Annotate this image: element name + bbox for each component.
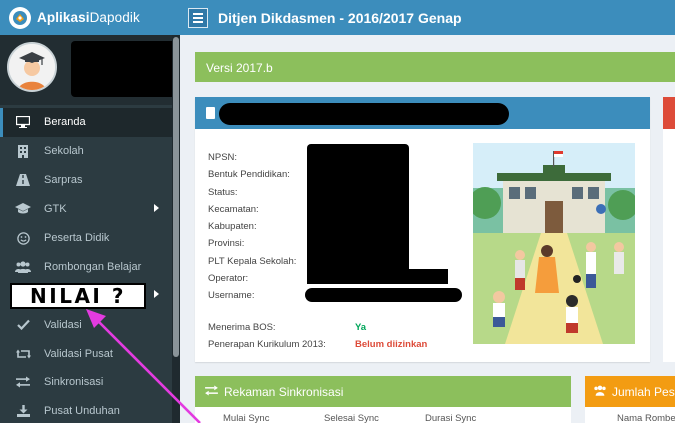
logo-icon — [9, 6, 31, 29]
app-logo[interactable]: AplikasiDapodik — [0, 0, 180, 35]
road-icon — [15, 173, 31, 187]
username-redacted — [305, 288, 462, 302]
school-name-redacted — [219, 103, 509, 125]
sidebar-item-sarpras[interactable]: Sarpras — [0, 166, 180, 195]
col-durasi-sync: Durasi Sync — [425, 413, 477, 423]
info-label-operator: Operator: — [208, 273, 249, 285]
sidebar-item-label: Sinkronisasi — [44, 376, 104, 389]
sidebar-scrollbar[interactable] — [172, 35, 180, 423]
sidebar-item-label: Sarpras — [44, 174, 83, 187]
check-icon — [15, 318, 31, 332]
exchange-icon — [205, 384, 218, 399]
student-count-card: Jumlah Peserta Nama Rombel — [585, 376, 675, 423]
retweet-icon — [15, 347, 31, 361]
info-label-provinsi: Provinsi: — [208, 238, 245, 250]
info-values-redacted — [307, 144, 409, 282]
top-header: Ditjen Dikdasmen - 2016/2017 Genap — [180, 0, 675, 35]
info-label-kepala: PLT Kepala Sekolah: — [208, 255, 297, 267]
sync-table-header: Mulai Sync Selesai Sync Durasi Sync — [195, 407, 571, 423]
sidebar-item-sinkronisasi[interactable]: Sinkronisasi — [0, 368, 180, 397]
exchange-icon — [15, 375, 31, 389]
graduation-cap-icon — [15, 202, 31, 216]
info-label-kabupaten: Kabupaten: — [208, 221, 257, 233]
school-extra-labels: Menerima BOS: Penerapan Kurikulum 2013: — [208, 319, 326, 353]
sidebar-item-pusat-unduhan[interactable]: Pusat Unduhan — [0, 397, 180, 423]
school-info-labels: NPSN: Bentuk Pendidikan: Status: Kecamat… — [208, 149, 296, 305]
info-label-bentuk: Bentuk Pendidikan: — [208, 169, 290, 181]
version-bar: Versi 2017.b — [195, 52, 675, 82]
count-card-title: Jumlah Peserta — [612, 384, 675, 399]
users-icon — [593, 385, 607, 399]
col-nama-rombel: Nama Rombel — [617, 413, 675, 423]
download-icon — [15, 404, 31, 418]
sidebar-item-label: Sekolah — [44, 145, 84, 158]
scrollbar-thumb[interactable] — [173, 37, 179, 357]
col-selesai-sync: Selesai Sync — [324, 413, 379, 423]
bos-value: Ya — [355, 322, 367, 333]
info-label-username: Username: — [208, 290, 255, 302]
kurikulum-label: Penerapan Kurikulum 2013: — [208, 339, 326, 350]
sidebar-item-validasi[interactable]: Validasi — [0, 310, 180, 339]
sidebar-item-rombongan-belajar[interactable]: Rombongan Belajar — [0, 252, 180, 281]
school-card-header — [195, 97, 650, 129]
sync-card-header: Rekaman Sinkronisasi — [195, 376, 571, 407]
sidebar-item-label: Validasi — [44, 318, 82, 331]
col-mulai-sync: Mulai Sync — [223, 413, 270, 423]
kurikulum-value: Belum diizinkan — [355, 339, 428, 350]
school-illustration — [473, 143, 635, 344]
document-icon — [206, 107, 215, 119]
sidebar-item-validasi-pusat[interactable]: Validasi Pusat — [0, 339, 180, 368]
sidebar-item-label: GTK — [44, 203, 67, 216]
sync-record-card: Rekaman Sinkronisasi Mulai Sync Selesai … — [195, 376, 571, 423]
info-label-kecamatan: Kecamatan: — [208, 203, 259, 215]
chevron-right-icon — [154, 203, 159, 212]
sidebar-item-peserta-didik[interactable]: Peserta Didik — [0, 224, 180, 253]
info-label-npsn: NPSN: — [208, 152, 238, 163]
nilai-annotation-label: NILAI ? — [10, 283, 146, 309]
sync-card-title: Rekaman Sinkronisasi — [224, 384, 344, 399]
sidebar-menu: Beranda Sekolah Sarpras GTK Peserta Didi… — [0, 108, 180, 423]
sidebar-toggle-button[interactable] — [188, 8, 208, 28]
count-card-header: Jumlah Peserta — [585, 376, 675, 407]
smile-icon — [15, 231, 31, 245]
avatar[interactable] — [7, 42, 57, 92]
sidebar-item-label: Validasi Pusat — [44, 347, 113, 360]
sidebar-item-label: Pusat Unduhan — [44, 405, 120, 418]
bos-label: Menerima BOS: — [208, 322, 276, 333]
app-name: AplikasiDapodik — [37, 10, 140, 25]
page-title: Ditjen Dikdasmen - 2016/2017 Genap — [218, 10, 462, 26]
info-label-status: Status: — [208, 186, 238, 198]
school-info-card: NPSN: Bentuk Pendidikan: Status: Kecamat… — [195, 97, 650, 362]
user-name-redacted — [71, 41, 176, 97]
users-icon — [15, 260, 31, 274]
desktop-icon — [15, 115, 31, 129]
secondary-card — [663, 97, 675, 362]
count-table-header: Nama Rombel — [585, 407, 675, 423]
operator-redacted — [307, 269, 448, 284]
sidebar-item-gtk[interactable]: GTK — [0, 195, 180, 224]
sidebar-item-sekolah[interactable]: Sekolah — [0, 137, 180, 166]
sidebar-item-beranda[interactable]: Beranda — [0, 108, 180, 137]
sidebar-item-label: Rombongan Belajar — [44, 260, 142, 273]
chevron-right-icon — [154, 290, 159, 299]
building-icon — [15, 144, 31, 158]
sidebar-item-label: Peserta Didik — [44, 232, 110, 244]
sidebar-item-label: Beranda — [44, 116, 86, 129]
